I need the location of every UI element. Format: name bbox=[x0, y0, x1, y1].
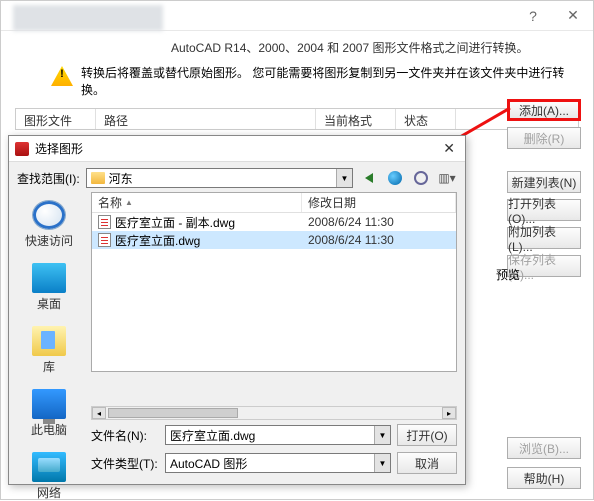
close-button[interactable]: ✕ bbox=[553, 1, 593, 31]
preview-label: 预览 bbox=[496, 266, 520, 283]
dropdown-icon[interactable]: ▼ bbox=[374, 454, 390, 472]
back-arrow-icon bbox=[365, 173, 373, 183]
file-list[interactable]: 名称▲ 修改日期 医疗室立面 - 副本.dwg 2008/6/24 11:30 … bbox=[91, 192, 457, 372]
horizontal-scrollbar[interactable]: ◂ ▸ bbox=[91, 406, 457, 420]
filetype-combo[interactable]: AutoCAD 图形 ▼ bbox=[165, 453, 391, 473]
place-label: 网络 bbox=[37, 484, 61, 501]
remove-button: 删除(R) bbox=[507, 127, 581, 149]
file-date: 2008/6/24 11:30 bbox=[302, 233, 456, 247]
lookin-row: 查找范围(I): 河东 ▼ ▥▾ bbox=[9, 162, 465, 194]
open-button[interactable]: 打开(O) bbox=[397, 424, 457, 446]
desktop-icon bbox=[32, 263, 66, 293]
right-button-panel: 添加(A)... 删除(R) 新建列表(N) 打开列表(O)... 附加列表(L… bbox=[507, 99, 581, 277]
views-button[interactable]: ▥▾ bbox=[437, 168, 457, 188]
dwg-icon bbox=[98, 233, 111, 247]
place-libraries[interactable]: 库 bbox=[15, 326, 83, 375]
file-date: 2008/6/24 11:30 bbox=[302, 215, 456, 229]
filename-value: 医疗室立面.dwg bbox=[170, 427, 255, 444]
sort-asc-icon: ▲ bbox=[125, 198, 133, 207]
autocad-icon bbox=[15, 142, 29, 156]
dialog-title: 选择图形 bbox=[35, 140, 83, 157]
clock-icon bbox=[32, 200, 66, 230]
file-name: 医疗室立面 - 副本.dwg bbox=[115, 214, 235, 231]
file-row[interactable]: 医疗室立面 - 副本.dwg 2008/6/24 11:30 bbox=[92, 213, 456, 231]
scroll-left-button[interactable]: ◂ bbox=[92, 407, 106, 419]
col-format[interactable]: 当前格式 bbox=[316, 109, 396, 129]
col-path[interactable]: 路径 bbox=[96, 109, 316, 129]
folder-icon bbox=[91, 172, 105, 184]
filetype-value: AutoCAD 图形 bbox=[170, 455, 247, 472]
scroll-right-button[interactable]: ▸ bbox=[442, 407, 456, 419]
place-label: 桌面 bbox=[37, 295, 61, 312]
dropdown-icon[interactable]: ▼ bbox=[374, 426, 390, 444]
lookin-value: 河东 bbox=[109, 170, 133, 187]
search-button[interactable] bbox=[411, 168, 431, 188]
cancel-button[interactable]: 取消 bbox=[397, 452, 457, 474]
filename-label: 文件名(N): bbox=[91, 427, 159, 444]
network-icon bbox=[32, 452, 66, 482]
new-list-button[interactable]: 新建列表(N) bbox=[507, 171, 581, 193]
dropdown-icon[interactable]: ▼ bbox=[336, 169, 352, 187]
dwg-icon bbox=[98, 215, 111, 229]
filename-input[interactable]: 医疗室立面.dwg ▼ bbox=[165, 425, 391, 445]
place-this-pc[interactable]: 此电脑 bbox=[15, 389, 83, 438]
open-list-button[interactable]: 打开列表(O)... bbox=[507, 199, 581, 221]
library-icon bbox=[32, 326, 66, 356]
lookin-label: 查找范围(I): bbox=[17, 170, 80, 187]
blurred-title bbox=[13, 5, 163, 31]
warning-icon bbox=[51, 66, 73, 86]
pc-icon bbox=[32, 389, 66, 419]
place-quick-access[interactable]: 快速访问 bbox=[15, 200, 83, 249]
web-button[interactable] bbox=[385, 168, 405, 188]
globe-icon bbox=[388, 171, 402, 185]
col-filename[interactable]: 图形文件 bbox=[16, 109, 96, 129]
help-button-bottom[interactable]: 帮助(H) bbox=[507, 467, 581, 489]
lookin-combo[interactable]: 河东 ▼ bbox=[86, 168, 353, 188]
browse-button: 浏览(B)... bbox=[507, 437, 581, 459]
warning-row: 转换后将覆盖或替代原始图形。 您可能需要将图形复制到另一文件夹并在该文件夹中进行… bbox=[1, 60, 593, 108]
file-list-header: 名称▲ 修改日期 bbox=[92, 193, 456, 213]
col-status[interactable]: 状态 bbox=[396, 109, 456, 129]
append-list-button[interactable]: 附加列表(L)... bbox=[507, 227, 581, 249]
spacer bbox=[507, 155, 581, 165]
scroll-thumb[interactable] bbox=[108, 408, 238, 418]
search-icon bbox=[414, 171, 428, 185]
description-line-1: AutoCAD R14、2000、2004 和 2007 图形文件格式之间进行转… bbox=[1, 31, 593, 60]
filename-form: 文件名(N): 医疗室立面.dwg ▼ 打开(O) 文件类型(T): AutoCA… bbox=[91, 424, 457, 474]
col-name[interactable]: 名称▲ bbox=[92, 193, 302, 212]
back-button[interactable] bbox=[359, 168, 379, 188]
file-name: 医疗室立面.dwg bbox=[115, 232, 200, 249]
filetype-label: 文件类型(T): bbox=[91, 455, 159, 472]
add-button[interactable]: 添加(A)... bbox=[507, 99, 581, 121]
file-row-selected[interactable]: 医疗室立面.dwg 2008/6/24 11:30 bbox=[92, 231, 456, 249]
dialog-titlebar: 选择图形 ✕ bbox=[9, 136, 465, 162]
place-desktop[interactable]: 桌面 bbox=[15, 263, 83, 312]
description-line-2: 转换后将覆盖或替代原始图形。 您可能需要将图形复制到另一文件夹并在该文件夹中进行… bbox=[81, 64, 577, 98]
select-drawing-dialog: 选择图形 ✕ 查找范围(I): 河东 ▼ ▥▾ 快速访问 桌面 库 此电脑 网络… bbox=[8, 135, 466, 485]
dialog-close-button[interactable]: ✕ bbox=[439, 140, 459, 157]
file-grid-header: 图形文件 路径 当前格式 状态 bbox=[15, 108, 579, 130]
place-network[interactable]: 网络 bbox=[15, 452, 83, 501]
place-label: 库 bbox=[43, 358, 55, 375]
places-bar: 快速访问 桌面 库 此电脑 网络 bbox=[9, 192, 89, 484]
help-button[interactable]: ? bbox=[513, 1, 553, 31]
place-label: 快速访问 bbox=[25, 232, 73, 249]
col-modified[interactable]: 修改日期 bbox=[302, 193, 456, 212]
